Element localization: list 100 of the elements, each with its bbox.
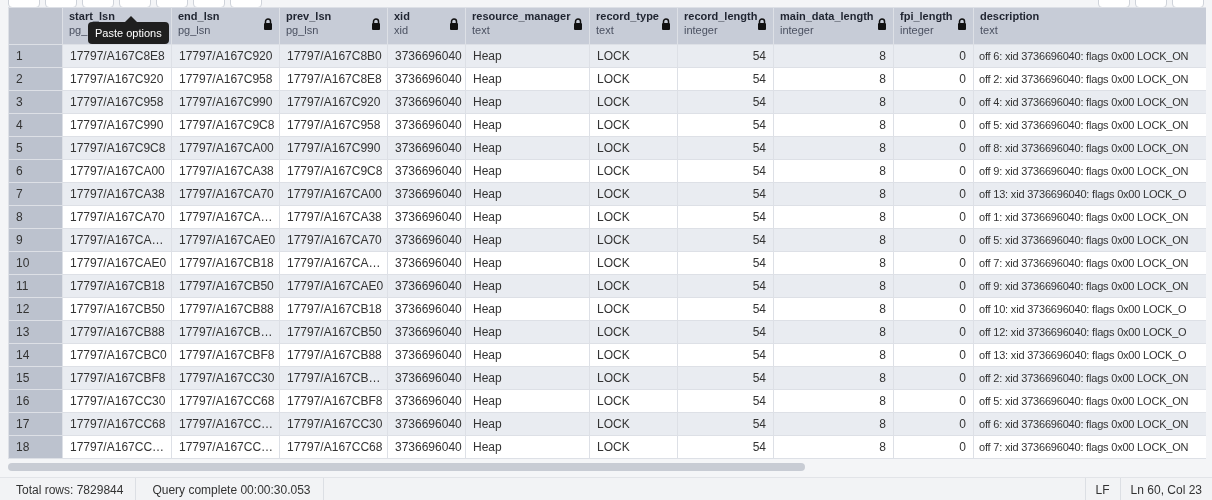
column-header[interactable]: fpi_length integer [893,7,974,45]
table-cell: Heap [465,228,590,252]
table-cell: off 1: xid 3736696040: flags 0x00 LOCK_ON [973,205,1206,229]
column-name: resource_manager [472,10,571,22]
row-number[interactable]: 4 [8,113,63,137]
row-number[interactable]: 17 [8,412,63,436]
column-type: xid [394,23,409,38]
table-cell: 17797/A167CB18 [171,251,280,275]
table-cell: Heap [465,136,590,160]
table-cell: off 5: xid 3736696040: flags 0x00 LOCK_ON [973,389,1206,413]
column-name: description [980,10,1040,22]
status-text: LF [1084,478,1120,500]
table-cell: 8 [773,228,894,252]
table-cell: 8 [773,205,894,229]
column-name: main_data_length [780,10,874,22]
table-cell: 8 [773,159,894,183]
table-cell: 17797/A167CC30 [279,412,388,436]
column-header[interactable]: description text [973,7,1206,45]
column-name: fpi_length [900,10,953,22]
column-header[interactable]: prev_lsn pg_lsn [279,7,388,45]
table-cell: 17797/A167CC… [171,435,280,459]
row-number[interactable]: 13 [8,320,63,344]
column-name: xid [394,10,410,22]
column-header[interactable]: xid xid [387,7,466,45]
table-cell: 8 [773,113,894,137]
table-cell: 17797/A167CB88 [279,343,388,367]
table-cell: 17797/A167CB50 [279,320,388,344]
table-cell: 17797/A167CA38 [279,205,388,229]
table-cell: 17797/A167C990 [171,90,280,114]
table-cell: 17797/A167C990 [279,136,388,160]
table-cell: 17797/A167C9C8 [279,159,388,183]
row-number[interactable]: 16 [8,389,63,413]
column-type: pg_lsn [286,23,319,38]
table-cell: 8 [773,435,894,459]
column-name: record_length [684,10,758,22]
column-header[interactable]: resource_manager text [465,7,590,45]
row-number[interactable]: 1 [8,44,63,68]
table-cell: off 2: xid 3736696040: flags 0x00 LOCK_ON [973,366,1206,390]
row-number[interactable]: 5 [8,136,63,160]
column-type: integer [684,23,718,38]
column-header[interactable]: record_type text [589,7,678,45]
table-cell: Heap [465,435,590,459]
table-cell: 8 [773,182,894,206]
table-cell: 17797/A167CC68 [279,435,388,459]
table-cell: 8 [773,136,894,160]
table-cell: 8 [773,297,894,321]
row-number[interactable]: 9 [8,228,63,252]
table-cell: 17797/A167CB… [279,366,388,390]
row-number[interactable]: 18 [8,435,63,459]
table-cell: Heap [465,274,590,298]
row-number[interactable]: 8 [8,205,63,229]
table-cell: off 6: xid 3736696040: flags 0x00 LOCK_ON [973,412,1206,436]
row-number[interactable]: 12 [8,297,63,321]
table-cell: Heap [465,44,590,68]
row-number[interactable]: 15 [8,366,63,390]
row-number[interactable]: 2 [8,67,63,91]
row-number[interactable]: 10 [8,251,63,275]
row-number[interactable]: 14 [8,343,63,367]
row-number[interactable]: 3 [8,90,63,114]
tooltip: Paste options [88,22,169,44]
table-cell: 8 [773,251,894,275]
table-cell: 17797/A167CA… [171,205,280,229]
column-type: text [472,23,490,38]
table-cell: 17797/A167CC… [171,412,280,436]
row-number[interactable]: 7 [8,182,63,206]
column-name: record_type [596,10,659,22]
table-cell: off 2: xid 3736696040: flags 0x00 LOCK_ON [973,67,1206,91]
table-cell: Heap [465,90,590,114]
table-cell: Heap [465,389,590,413]
table-cell: Heap [465,159,590,183]
column-header[interactable]: main_data_length integer [773,7,894,45]
table-cell: off 13: xid 3736696040: flags 0x00 LOCK_O [973,343,1206,367]
table-cell: 17797/A167CAE0 [279,274,388,298]
table-cell: 8 [773,274,894,298]
table-cell: 17797/A167CBF8 [279,389,388,413]
row-number[interactable]: 6 [8,159,63,183]
table-cell: 17797/A167C920 [279,90,388,114]
table-cell: 17797/A167CA38 [171,159,280,183]
scrollbar-thumb[interactable] [8,463,805,471]
table-cell: 17797/A167CBF8 [171,343,280,367]
table-cell: 8 [773,320,894,344]
column-header[interactable]: record_length integer [677,7,774,45]
table-cell: off 8: xid 3736696040: flags 0x00 LOCK_ON [973,136,1206,160]
column-header[interactable]: end_lsn pg_lsn [171,7,280,45]
table-cell: 17797/A167CA00 [171,136,280,160]
column-name: start_lsn [69,10,115,22]
table-cell: 17797/A167CA70 [171,182,280,206]
column-name: end_lsn [178,10,220,22]
row-number[interactable]: 11 [8,274,63,298]
table-cell: Heap [465,297,590,321]
table-cell: off 5: xid 3736696040: flags 0x00 LOCK_ON [973,113,1206,137]
table-cell: off 9: xid 3736696040: flags 0x00 LOCK_ON [973,159,1206,183]
table-cell: 8 [773,44,894,68]
table-cell: off 12: xid 3736696040: flags 0x00 LOCK_O [973,320,1206,344]
table-cell: 17797/A167C9C8 [171,113,280,137]
table-cell: 8 [773,412,894,436]
table-cell: 17797/A167CC68 [171,389,280,413]
table-cell: 17797/A167CB18 [279,297,388,321]
status-text: Query complete 00:00:30.053 [136,478,324,500]
table-cell: 8 [773,343,894,367]
